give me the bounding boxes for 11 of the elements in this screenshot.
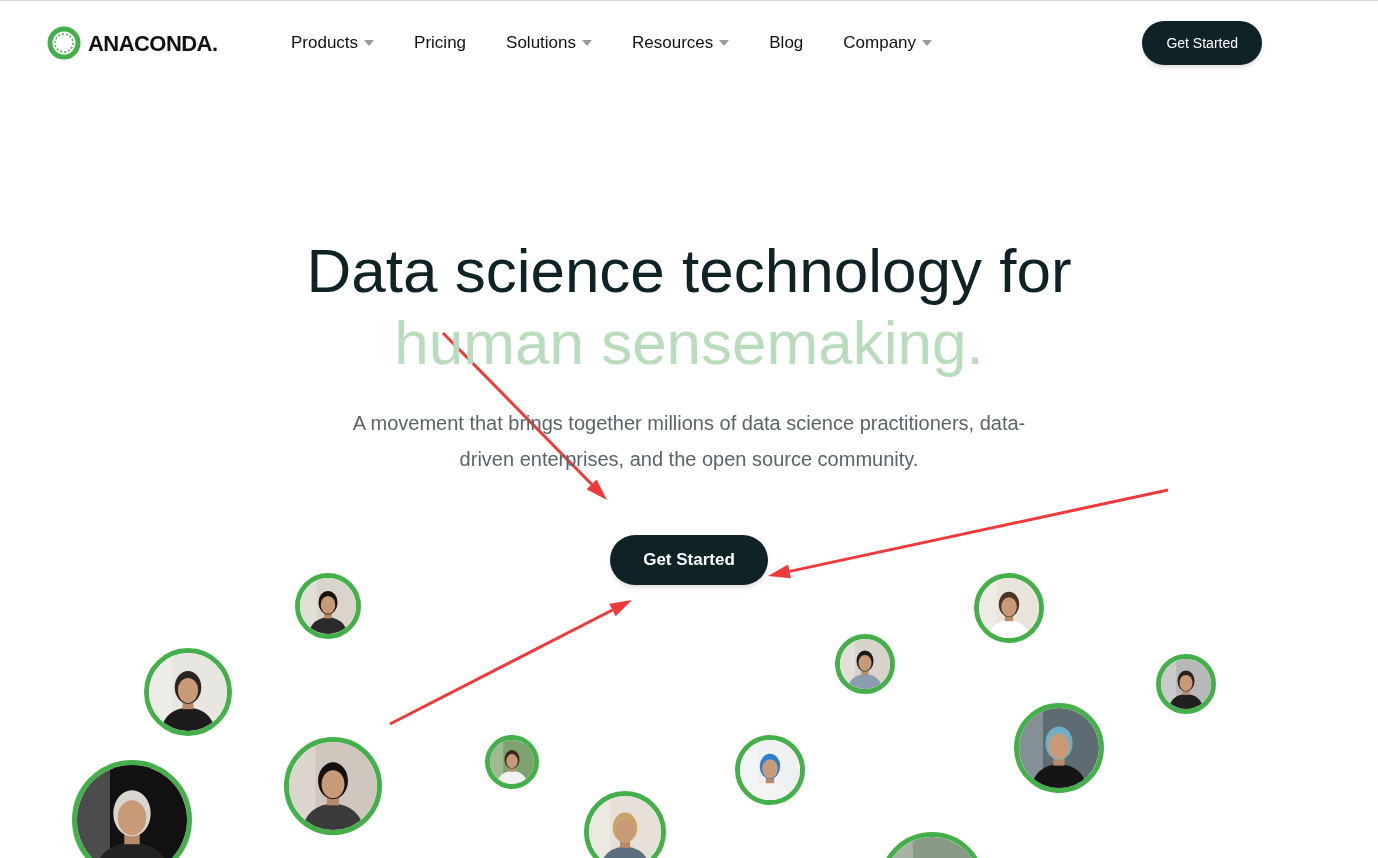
logo-icon [46,25,82,61]
nav-link[interactable]: Solutions [506,30,592,56]
get-started-button[interactable]: Get Started [1142,21,1262,65]
nav-link[interactable]: Products [291,30,375,56]
get-started-button[interactable]: Get Started [610,535,768,585]
nav-link[interactable]: Blog [769,30,804,56]
nav-link[interactable]: Company [843,30,933,56]
brand-name: ANACONDA. [88,29,218,58]
nav-link[interactable]: Resources [632,30,730,56]
nav-link[interactable]: Pricing [414,30,467,56]
hero-title: Data science technology for [306,235,1072,307]
